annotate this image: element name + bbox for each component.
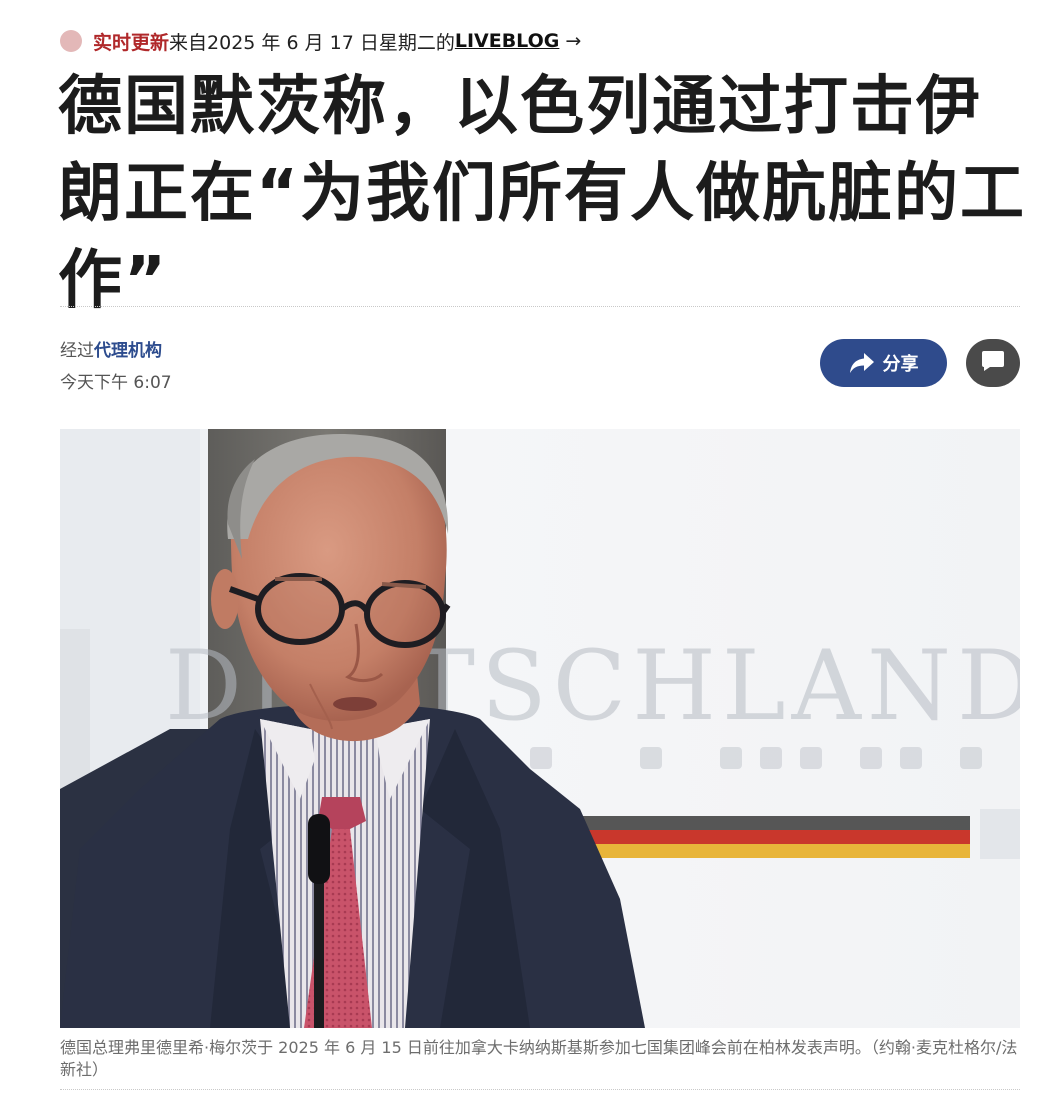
share-button[interactable]: 分享 [820, 339, 947, 387]
live-date-text: 来自2025 年 6 月 17 日星期二的 [169, 31, 455, 54]
live-label: 实时更新 [93, 31, 170, 54]
share-label: 分享 [882, 354, 919, 375]
byline-source-link[interactable]: 代理机构 [94, 341, 162, 361]
byline-prefix: 经过 [60, 341, 94, 361]
live-indicator-dot [60, 30, 82, 52]
byline: 经过代理机构 [60, 339, 162, 363]
comment-bubble-icon [981, 350, 1005, 376]
live-update-banner: 实时更新 来自2025 年 6 月 17 日星期二的 LIVEBLOG → [60, 26, 581, 56]
headline-divider [60, 306, 1020, 307]
share-arrow-icon [849, 352, 875, 374]
comments-button[interactable] [966, 339, 1020, 387]
arrow-right-icon[interactable]: → [565, 30, 581, 52]
publish-timestamp: 今天下午 6:07 [60, 373, 172, 393]
article-headline: 德国默茨称，以色列通过打击伊朗正在“为我们所有人做肮脏的工作” [58, 70, 1027, 318]
caption-divider [60, 1089, 1020, 1090]
article-photo: DEUTSCHLAND [60, 429, 1020, 1028]
photo-caption: 德国总理弗里德里希·梅尔茨于 2025 年 6 月 15 日前往加拿大卡纳纳斯基… [60, 1038, 1018, 1079]
liveblog-link[interactable]: LIVEBLOG [455, 30, 560, 52]
